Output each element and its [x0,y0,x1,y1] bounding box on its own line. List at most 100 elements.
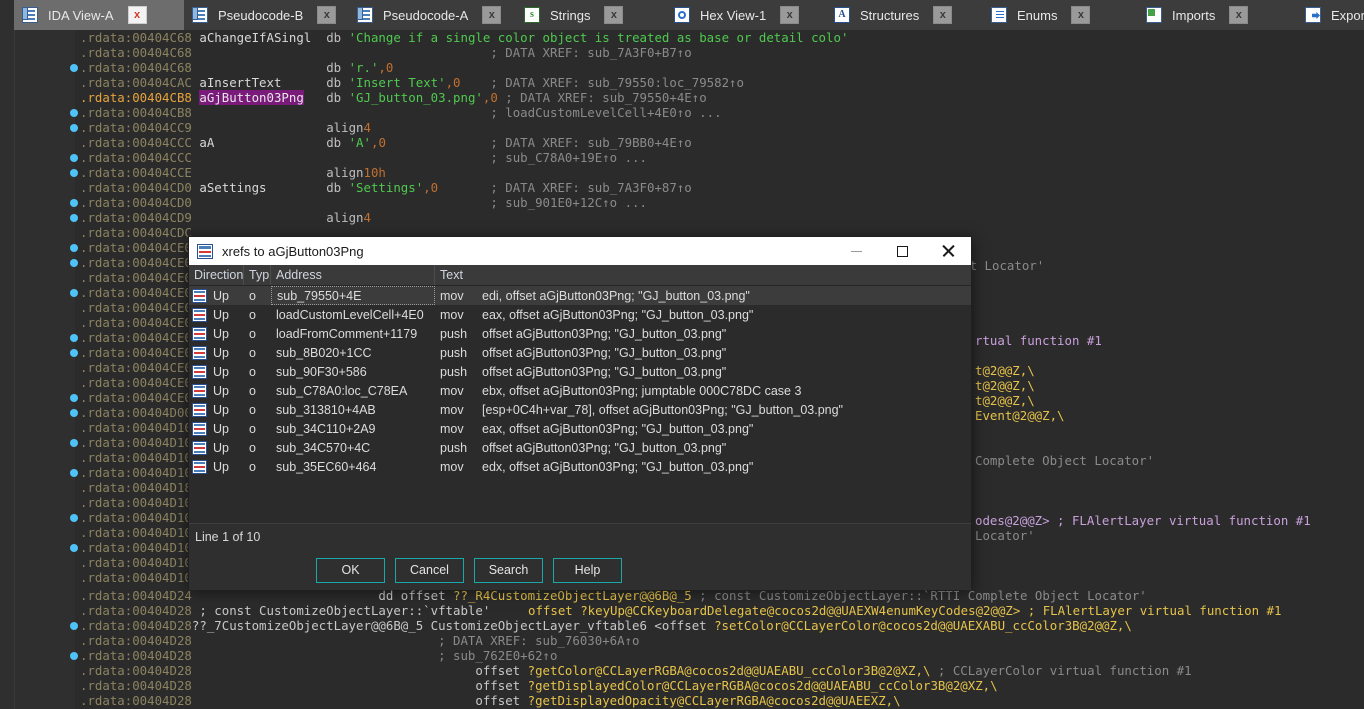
disassembly-line[interactable]: .rdata:00404CCC aA db 'A',0 ; DATA XREF:… [80,135,692,150]
xrefs-table-body[interactable]: Up o sub_79550+4E mov edi, offset aGjButton0… [189,286,971,523]
tab-pseudocode-a[interactable]: Pseudocode-A x [349,0,516,30]
disassembly-line[interactable]: .rdata:00404D28 ; sub_762E0+62↑o [80,648,557,663]
row-address[interactable]: sub_79550+4E [271,286,435,305]
disassembly-line[interactable]: .rdata:00404CC9 align4 [80,120,371,135]
tab-close-button[interactable]: x [482,6,502,24]
row-address[interactable]: sub_C78A0:loc_C78EA [271,381,435,400]
line-symbol[interactable]: aInsertText [199,75,281,90]
line-symbol[interactable]: ??_R4CustomizeObjectLayer@@6B@_5 [453,588,692,603]
disassembly-line[interactable]: .rdata:00404CE0 [80,315,192,330]
disassembly-line[interactable]: .rdata:00404CE0 [80,330,192,345]
row-address[interactable]: sub_34C110+2A9 [271,419,435,438]
disassembly-line[interactable]: .rdata:00404CDC [80,225,192,240]
disassembly-line[interactable]: .rdata:00404CE0 [80,285,192,300]
xrefs-table-row[interactable]: Up o sub_90F30+586 push offset aGjButton03Pn… [189,362,971,381]
ok-button[interactable]: OK [316,557,385,583]
tab-close-button[interactable]: x [317,6,337,24]
disassembly-line[interactable]: .rdata:00404D10 [80,525,192,540]
disassembly-line[interactable]: .rdata:00404CD9 align4 [80,210,371,225]
line-symbol[interactable]: aSettings [199,180,266,195]
disassembly-line[interactable]: .rdata:00404D10 [80,465,192,480]
xrefs-title-bar[interactable]: xrefs to aGjButton03Png [189,237,971,265]
tab-imports[interactable]: Imports x [1138,0,1297,30]
disassembly-line[interactable]: .rdata:00404CE0 [80,360,192,375]
disassembly-line[interactable]: .rdata:00404D10 [80,435,192,450]
xrefs-table-row[interactable]: Up o sub_C78A0:loc_C78EA mov ebx, offset aGj… [189,381,971,400]
tab-close-button[interactable]: x [933,6,953,24]
disassembly-line[interactable]: .rdata:00404CB8 aGjButton03Png db 'GJ_bu… [80,90,707,105]
minimize-button[interactable] [833,237,879,265]
disassembly-line[interactable]: .rdata:00404D28 offset ?getDisplayedColo… [80,678,998,693]
disassembly-line[interactable]: .rdata:00404D10 [80,555,192,570]
editor-tab-bar[interactable]: IDA View-A x Pseudocode-B x Pseudocode-A x s St… [0,0,1364,31]
row-address[interactable]: loadFromComment+1179 [271,324,435,343]
xrefs-button-row[interactable]: OK Cancel Search Help [189,550,971,590]
close-button[interactable] [925,237,971,265]
xrefs-table-row[interactable]: Up o sub_34C570+4C push offset aGjButton03Pn… [189,438,971,457]
disassembly-line[interactable]: .rdata:00404D00 [80,405,192,420]
row-address[interactable]: sub_34C570+4C [271,438,435,457]
line-symbol[interactable]: aA [199,135,214,150]
disassembly-line[interactable]: .rdata:00404D10 [80,495,192,510]
tab-structures[interactable]: A Structures x [826,0,983,30]
tab-strings[interactable]: s Strings x [516,0,666,30]
row-address[interactable]: sub_313810+4AB [271,400,435,419]
tab-pseudocode-b[interactable]: Pseudocode-B x [184,0,349,30]
xrefs-table-row[interactable]: Up o sub_8B020+1CC push offset aGjButton03Pn… [189,343,971,362]
line-symbol[interactable]: ?getDisplayedOpacity@CCLayerRGBA@cocos2d… [528,693,901,708]
xrefs-table-row[interactable]: Up o loadFromComment+1179 push offset aGjBut… [189,324,971,343]
tab-close-button[interactable]: x [780,6,800,24]
disassembly-line[interactable]: .rdata:00404D10 [80,570,192,585]
column-header-typ[interactable]: Typ [244,265,271,285]
tab-hex-view-1[interactable]: Hex View-1 x [666,0,826,30]
disassembly-line[interactable]: .rdata:00404CCE align10h [80,165,386,180]
disassembly-line[interactable]: .rdata:00404D24 dd offset ??_R4Customize… [80,588,1147,603]
disassembly-line[interactable]: .rdata:00404D10 [80,510,192,525]
line-symbol[interactable]: ?getDisplayedColor@CCLayerRGBA@cocos2d@@… [528,678,998,693]
tab-close-button[interactable]: x [1071,6,1091,24]
disassembly-line[interactable]: .rdata:00404CD0 ; sub_901E0+12C↑o ... [80,195,647,210]
row-address[interactable]: sub_8B020+1CC [271,343,435,362]
disassembly-line[interactable]: .rdata:00404D18 [80,480,192,495]
disassembly-line[interactable]: .rdata:00404D28 offset ?getColor@CCLayer… [80,663,1192,678]
disassembly-line[interactable]: .rdata:00404CE0 [80,390,192,405]
maximize-button[interactable] [879,237,925,265]
disassembly-line[interactable]: .rdata:00404D28 ; const CustomizeObjectL… [80,603,490,618]
disassembly-line[interactable]: .rdata:00404CE0 [80,255,192,270]
xrefs-table-row[interactable]: Up o sub_313810+4AB mov [esp+0C4h+var_78], o… [189,400,971,419]
search-button[interactable]: Search [474,557,543,583]
disassembly-line[interactable]: .rdata:00404CB8 ; loadCustomLevelCell+4E… [80,105,722,120]
row-address[interactable]: sub_35EC60+464 [271,457,435,476]
disassembly-line[interactable]: .rdata:00404C68 db 'r.',0 [80,60,393,75]
line-symbol[interactable]: aGjButton03Png [199,90,304,105]
column-header-text[interactable]: Text [435,265,971,285]
xrefs-table-row[interactable]: Up o sub_35EC60+464 mov edx, offset aGjButto… [189,457,971,476]
column-header-direction[interactable]: Direction [189,265,244,285]
xrefs-dialog[interactable]: xrefs to aGjButton03Png Direction Typ Ad… [188,236,972,590]
tab-exports[interactable]: Exportsx [1297,0,1364,30]
disassembly-line[interactable]: .rdata:00404CAC aInsertText db 'Insert T… [80,75,744,90]
disassembly-line[interactable]: .rdata:00404C68 ; DATA XREF: sub_7A3F0+B… [80,45,692,60]
disassembly-line[interactable]: .rdata:00404CE0 [80,375,192,390]
cancel-button[interactable]: Cancel [395,557,464,583]
tab-ida-view-a[interactable]: IDA View-A x [14,0,184,30]
disassembly-line[interactable]: .rdata:00404D28??_7CustomizeObjectLayer@… [80,618,1132,633]
xrefs-table-row[interactable]: Up o sub_34C110+2A9 mov eax, offset aGjButto… [189,419,971,438]
xrefs-table-row[interactable]: Up o sub_79550+4E mov edi, offset aGjButton0… [189,286,971,305]
line-symbol[interactable]: ?setColor@CCLayerColor@cocos2d@@UAEXABU_… [714,618,1132,633]
tab-close-button[interactable]: x [604,6,624,24]
tab-close-button[interactable]: x [1229,6,1249,24]
help-button[interactable]: Help [553,557,622,583]
xrefs-table-row[interactable]: Up o loadCustomLevelCell+4E0 mov eax, offset… [189,305,971,324]
disassembly-line[interactable]: .rdata:00404CE0 [80,345,192,360]
line-symbol[interactable]: ?getColor@CCLayerRGBA@cocos2d@@UAEABU_cc… [528,663,931,678]
disassembly-line[interactable]: .rdata:00404D10 [80,420,192,435]
column-header-address[interactable]: Address [271,265,435,285]
disassembly-line[interactable]: .rdata:00404D10 [80,540,192,555]
disassembly-line[interactable]: .rdata:00404D10 [80,450,192,465]
disassembly-line[interactable]: .rdata:00404CE0 [80,240,192,255]
disassembly-line[interactable]: .rdata:00404CE0 [80,300,192,315]
disassembly-line[interactable]: .rdata:00404D28 offset ?getDisplayedOpac… [80,693,901,708]
row-address[interactable]: loadCustomLevelCell+4E0 [271,305,435,324]
tab-close-button[interactable]: x [127,6,147,24]
